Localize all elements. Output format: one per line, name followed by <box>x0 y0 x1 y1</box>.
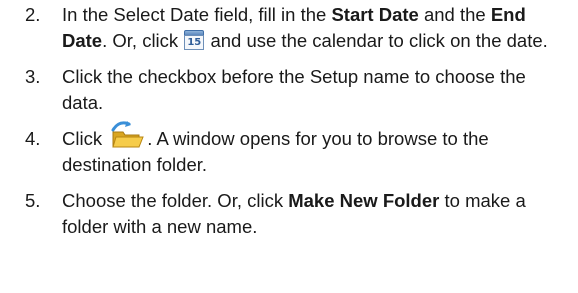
step-number: 3. <box>25 66 41 87</box>
step-text: In the Select Date field, fill in the St… <box>62 4 548 51</box>
calendar-icon: 15 <box>184 30 205 50</box>
start-date-label: Start Date <box>331 4 419 25</box>
step-number: 5. <box>25 190 41 211</box>
step-text: Choose the folder. Or, click Make New Fo… <box>62 190 526 237</box>
step-text: Click . A window opens for you to browse… <box>62 121 489 175</box>
instruction-steps: 2. In the Select Date field, fill in the… <box>0 2 578 250</box>
step-5: 5. Choose the folder. Or, click Make New… <box>0 188 578 240</box>
step-4: 4. Click . A window opens for you to bro… <box>0 121 578 178</box>
step-2: 2. In the Select Date field, fill in the… <box>0 2 578 54</box>
open-folder-icon <box>111 121 144 148</box>
step-number: 4. <box>25 128 41 149</box>
step-number: 2. <box>25 4 41 25</box>
make-new-folder-label: Make New Folder <box>288 190 440 211</box>
step-3: 3. Click the checkbox before the Setup n… <box>0 64 578 116</box>
step-text: Click the checkbox before the Setup name… <box>62 66 526 113</box>
